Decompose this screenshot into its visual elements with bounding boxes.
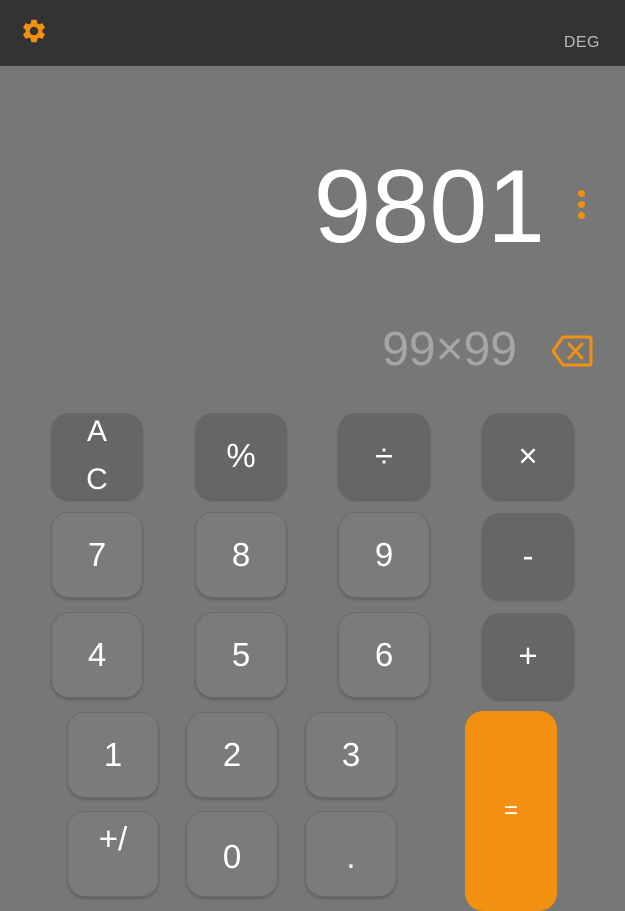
result-display: 9801	[313, 149, 545, 265]
plus-button[interactable]: +	[482, 613, 574, 699]
divide-button[interactable]: ÷	[338, 413, 430, 499]
digit-1-button[interactable]: 1	[67, 712, 159, 798]
digit-5-button[interactable]: 5	[195, 612, 287, 698]
ac-label-line1: A	[86, 415, 107, 448]
digit-8-button[interactable]: 8	[195, 512, 287, 598]
decimal-button[interactable]: .	[305, 811, 397, 897]
digit-4-button[interactable]: 4	[51, 612, 143, 698]
digit-0-button[interactable]: 0	[186, 811, 278, 897]
digit-3-button[interactable]: 3	[305, 712, 397, 798]
ac-label-line2: C	[86, 463, 108, 496]
multiply-button[interactable]: ×	[482, 413, 574, 499]
gear-icon[interactable]	[20, 17, 48, 45]
all-clear-button[interactable]: A C	[51, 413, 143, 499]
plus-minus-button[interactable]: +/	[67, 811, 159, 897]
digit-7-button[interactable]: 7	[51, 512, 143, 598]
percent-button[interactable]: %	[195, 413, 287, 499]
more-vert-icon[interactable]	[574, 190, 588, 224]
digit-2-button[interactable]: 2	[186, 712, 278, 798]
minus-button[interactable]: -	[482, 513, 574, 599]
backspace-icon[interactable]	[551, 334, 593, 368]
digit-6-button[interactable]: 6	[338, 612, 430, 698]
digit-9-button[interactable]: 9	[338, 512, 430, 598]
equals-button[interactable]: =	[465, 711, 557, 911]
top-bar: DEG	[0, 0, 625, 66]
angle-mode-toggle[interactable]: DEG	[564, 34, 600, 52]
expression-display: 99×99	[382, 323, 517, 376]
